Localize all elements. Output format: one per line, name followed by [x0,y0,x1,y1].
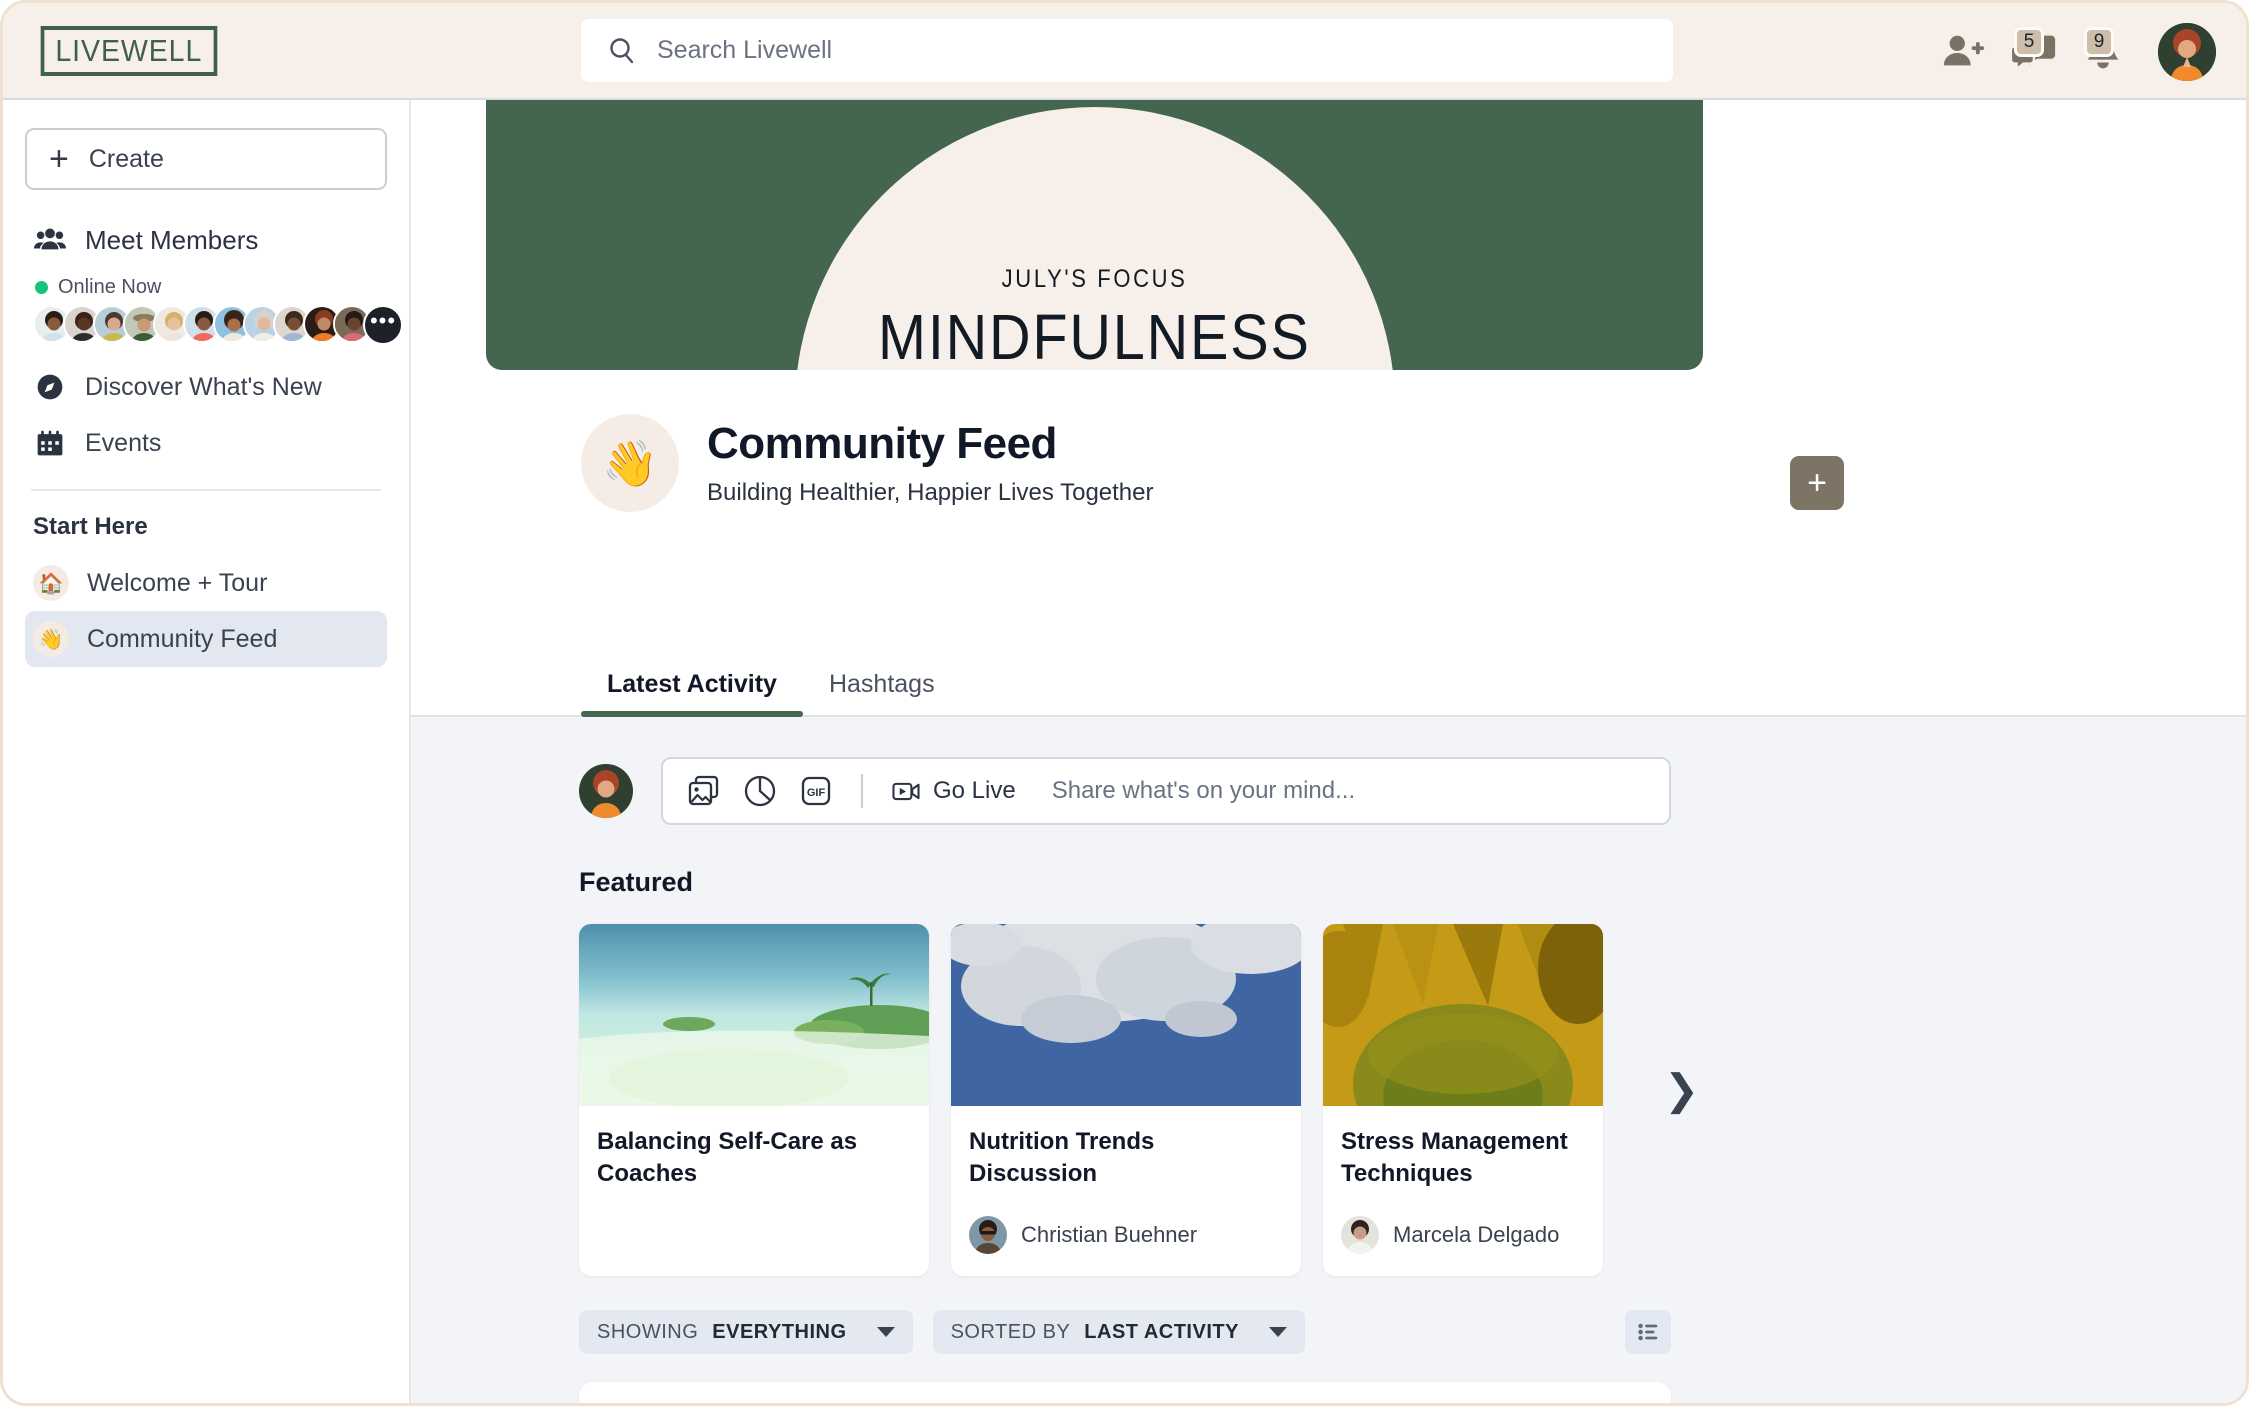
feed-title-row: 👋 Community Feed Building Healthier, Hap… [411,370,2246,512]
search-input[interactable] [657,36,1557,65]
card-body: Nutrition Trends Discussion Christian Bu… [951,1106,1301,1276]
search-bar[interactable] [581,19,1673,82]
people-icon [33,223,67,257]
featured-carousel: Balancing Self-Care as Coaches Nutrition… [579,924,2246,1276]
compass-icon [33,370,67,404]
showing-filter-dropdown[interactable]: SHOWING EVERYTHING [579,1310,913,1354]
featured-heading: Featured [579,867,694,897]
app-window: LIVEWELL 5 [0,0,2249,1406]
feed-body: GIF Go Live Share what's on your mind...… [411,717,2246,1403]
featured-card[interactable]: Balancing Self-Care as Coaches [579,924,929,1276]
go-live-label: Go Live [933,777,1016,804]
tab-hashtags[interactable]: Hashtags [803,670,961,715]
sidebar-label-meet-members: Meet Members [85,224,259,255]
online-status-dot [35,281,48,294]
search-icon [607,36,637,66]
sorted-by-filter-prefix: SORTED BY [950,1320,1071,1343]
list-view-icon[interactable] [1625,1310,1671,1354]
online-now-row: Online Now [35,276,387,299]
livewell-logo[interactable]: LIVEWELL [40,25,217,76]
tab-latest-activity[interactable]: Latest Activity [581,670,803,717]
image-icon[interactable] [685,772,723,810]
avatar [1341,1216,1379,1254]
post-card[interactable]: Andrea Kim [579,1382,1671,1403]
composer-placeholder[interactable]: Share what's on your mind... [1052,777,1355,805]
banner-title: MINDFULNESS [878,301,1311,370]
composer-input-box[interactable]: GIF Go Live Share what's on your mind... [661,757,1671,825]
poll-icon[interactable] [741,772,779,810]
add-friend-icon[interactable] [1936,25,1990,79]
featured-card[interactable]: Nutrition Trends Discussion Christian Bu… [951,924,1301,1276]
go-live-button[interactable]: Go Live [889,774,1016,808]
chevron-down-icon [1268,1327,1287,1337]
page-subtitle: Building Healthier, Happier Lives Togeth… [707,479,1154,506]
avatar-overflow-icon[interactable]: ••• [363,305,403,345]
card-title: Stress Management Techniques [1341,1128,1568,1187]
sidebar-label-events: Events [85,428,162,457]
feed-tabs: Latest Activity Hashtags [411,651,2246,717]
sorted-by-filter-dropdown[interactable]: SORTED BY LAST ACTIVITY [932,1310,1305,1354]
gif-icon[interactable]: GIF [797,772,835,810]
waving-hand-icon: 👋 [581,414,679,512]
svg-text:GIF: GIF [807,787,826,799]
carousel-next-icon[interactable]: ❯ [1664,1069,1699,1111]
banner-arch: JULY'S FOCUS MINDFULNESS [794,107,1395,370]
main-content: JULY'S FOCUS MINDFULNESS 👋 Community Fee… [411,100,2246,1403]
card-author[interactable]: Christian Buehner [969,1216,1197,1254]
video-camera-icon [889,774,923,808]
create-button[interactable]: + Create [25,128,387,190]
chevron-down-icon [876,1327,895,1337]
online-now-label: Online Now [58,276,162,298]
home-icon: 🏠 [33,565,69,601]
showing-filter-prefix: SHOWING [597,1320,699,1343]
online-avatar-stack[interactable]: ••• [33,305,403,345]
user-avatar[interactable] [2158,22,2216,81]
notifications-bell-icon[interactable]: 9 [2076,25,2130,79]
top-header: LIVEWELL 5 [3,3,2246,100]
create-label: Create [88,144,164,173]
header-icon-group: 5 9 [1936,3,2216,100]
sorted-by-filter-value: LAST ACTIVITY [1084,1320,1239,1343]
avatar [969,1216,1007,1254]
card-author[interactable]: Marcela Delgado [1341,1216,1559,1254]
plus-icon: + [49,140,69,178]
avatar[interactable] [579,764,633,818]
card-body: Balancing Self-Care as Coaches [579,1106,929,1276]
card-author-name: Christian Buehner [1021,1222,1198,1247]
sidebar-item-welcome-tour[interactable]: 🏠 Welcome + Tour [25,555,387,611]
post-composer: GIF Go Live Share what's on your mind... [579,757,2246,825]
card-author-name: Marcela Delgado [1393,1222,1560,1247]
monthly-focus-banner: JULY'S FOCUS MINDFULNESS [486,100,1703,370]
showing-filter-value: EVERYTHING [712,1320,847,1343]
featured-card[interactable]: Stress Management Techniques Marcela Del… [1323,924,1603,1276]
card-title: Nutrition Trends Discussion [969,1128,1155,1187]
feed-filter-row: SHOWING EVERYTHING SORTED BY LAST ACTIVI… [579,1310,1671,1354]
sidebar-label-community-feed: Community Feed [87,624,278,653]
banner-kicker: JULY'S FOCUS [1001,265,1188,293]
card-body: Stress Management Techniques Marcela Del… [1323,1106,1603,1276]
composer-divider [861,774,863,808]
sidebar-item-meet-members[interactable]: Meet Members [25,212,387,268]
card-image-tropical-beach [579,924,929,1109]
messages-badge: 5 [2014,26,2044,57]
sidebar-divider [31,489,381,491]
add-post-button[interactable]: + [1790,456,1844,510]
sidebar-item-community-feed[interactable]: 👋 Community Feed [25,611,387,667]
calendar-icon [33,426,67,460]
sidebar-item-events[interactable]: Events [25,415,387,471]
sidebar-section-start-here: Start Here [33,513,148,540]
sidebar-item-discover[interactable]: Discover What's New [25,359,387,415]
card-image-sunflower [1323,924,1603,1164]
page-title: Community Feed [707,419,1057,468]
feed-header: 👋 Community Feed Building Healthier, Hap… [411,370,2246,717]
card-title: Balancing Self-Care as Coaches [597,1128,858,1187]
sidebar-label-discover: Discover What's New [85,372,322,401]
sidebar-label-welcome-tour: Welcome + Tour [87,568,268,597]
left-sidebar: + Create Meet Members Online Now ••• Dis… [3,100,411,1403]
notifications-badge: 9 [2084,26,2114,57]
messages-icon[interactable]: 5 [2006,25,2060,79]
card-image-clouds [951,924,1301,1106]
waving-hand-icon: 👋 [33,621,69,657]
